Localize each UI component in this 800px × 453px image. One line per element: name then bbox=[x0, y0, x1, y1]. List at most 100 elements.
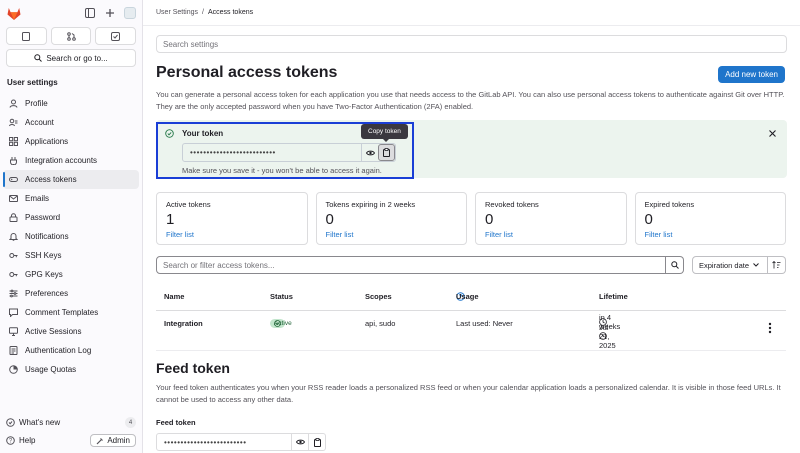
feed-token-label: Feed token bbox=[156, 418, 196, 427]
merge-request-icon bbox=[66, 31, 76, 41]
page-description: You can generate a personal access token… bbox=[156, 90, 785, 111]
key-icon bbox=[9, 272, 18, 277]
sidebar-item-gpg-keys[interactable]: GPG Keys bbox=[3, 265, 139, 284]
stat-label: Revoked tokens bbox=[485, 200, 539, 209]
filter-list-link[interactable]: Filter list bbox=[485, 230, 617, 239]
sidebar-item-emails[interactable]: Emails bbox=[3, 189, 139, 208]
chevron-down-icon bbox=[753, 263, 759, 267]
search-settings-input[interactable]: Search settings bbox=[156, 35, 787, 53]
sidebar-item-comment-templates[interactable]: Comment Templates bbox=[3, 303, 139, 322]
sort-direction-button[interactable] bbox=[768, 256, 786, 274]
sidebar-section-title: User settings bbox=[7, 78, 58, 87]
sidebar-item-label: Account bbox=[25, 118, 54, 127]
token-expires-on: Jul 21, 2025 bbox=[599, 323, 616, 350]
plus-icon[interactable] bbox=[104, 7, 116, 19]
help-label[interactable]: Help bbox=[19, 436, 35, 445]
filter-list-link[interactable]: Filter list bbox=[326, 230, 458, 239]
todos-button[interactable] bbox=[95, 27, 137, 45]
sidebar-toggle-icon[interactable] bbox=[84, 7, 96, 19]
search-icon bbox=[34, 54, 43, 62]
close-icon[interactable] bbox=[768, 129, 777, 138]
sidebar-nav: Profile Account Applications Integration ac… bbox=[3, 94, 139, 379]
admin-button[interactable]: Admin bbox=[90, 434, 136, 447]
sidebar-search-label: Search or go to... bbox=[46, 53, 108, 63]
preferences-icon bbox=[9, 289, 18, 298]
sidebar-item-integration-accounts[interactable]: Integration accounts bbox=[3, 151, 139, 170]
sidebar-item-label: Applications bbox=[25, 137, 69, 146]
merge-requests-button[interactable] bbox=[50, 27, 92, 45]
stat-value: 0 bbox=[485, 211, 494, 228]
breadcrumb-current[interactable]: Access tokens bbox=[208, 9, 253, 16]
search-icon bbox=[670, 261, 679, 269]
sidebar-item-ssh-keys[interactable]: SSH Keys bbox=[3, 246, 139, 265]
issues-button[interactable] bbox=[6, 27, 47, 45]
token-stats: Active tokens 1 Filter list Tokens expiring… bbox=[156, 192, 786, 245]
user-avatar[interactable] bbox=[124, 7, 136, 19]
breadcrumb-separator: / bbox=[202, 9, 204, 16]
sidebar-item-label: Access tokens bbox=[25, 175, 77, 184]
account-icon bbox=[9, 118, 18, 127]
sidebar-item-usage-quotas[interactable]: Usage Quotas bbox=[3, 360, 139, 379]
filter-search-button[interactable] bbox=[666, 256, 684, 274]
feed-token-description: Your feed token authenticates you when y… bbox=[156, 383, 781, 404]
admin-icon bbox=[96, 437, 104, 444]
integration-icon bbox=[10, 157, 17, 165]
stat-label: Expired tokens bbox=[644, 200, 695, 209]
sidebar-item-label: Active Sessions bbox=[25, 327, 82, 336]
highlight-box bbox=[156, 122, 414, 179]
sidebar-search-button[interactable]: Search or go to... bbox=[6, 49, 136, 67]
sidebar-item-access-tokens[interactable]: Access tokens bbox=[3, 170, 139, 189]
log-icon bbox=[9, 346, 18, 355]
sidebar-item-notifications[interactable]: Notifications bbox=[3, 227, 139, 246]
help-row: ? Help Admin bbox=[6, 434, 136, 447]
sidebar-item-account[interactable]: Account bbox=[3, 113, 139, 132]
feed-token-value[interactable]: ••••••••••••••••••••••••• bbox=[157, 438, 291, 447]
help-icon[interactable]: ? bbox=[6, 436, 15, 445]
sidebar-item-authentication-log[interactable]: Authentication Log bbox=[3, 341, 139, 360]
sidebar-item-label: Integration accounts bbox=[25, 156, 98, 165]
table-row: Integration Active api, sudo Last used: … bbox=[164, 313, 784, 350]
expires-on-label: Jul 21, 2025 bbox=[599, 322, 616, 350]
sort-select[interactable]: Expiration date bbox=[692, 256, 768, 274]
mail-icon bbox=[9, 195, 18, 202]
sidebar-item-active-sessions[interactable]: Active Sessions bbox=[3, 322, 139, 341]
whats-new-button[interactable]: What's new 4 bbox=[6, 417, 136, 428]
todo-icon bbox=[111, 31, 121, 41]
add-new-token-button[interactable]: Add new token bbox=[718, 66, 785, 83]
feed-token-title: Feed token bbox=[156, 360, 230, 376]
token-name: Integration bbox=[164, 319, 203, 328]
issues-icon bbox=[22, 31, 31, 41]
key-icon bbox=[9, 253, 18, 258]
col-name: Name bbox=[164, 292, 185, 301]
more-actions-icon[interactable] bbox=[768, 322, 772, 334]
breadcrumb-parent[interactable]: User Settings bbox=[156, 9, 198, 16]
sidebar-item-applications[interactable]: Applications bbox=[3, 132, 139, 151]
bell-icon bbox=[9, 233, 18, 241]
sidebar: Search or go to... User settings Profile… bbox=[0, 0, 143, 453]
filter-tokens-input[interactable]: Search or filter access tokens... bbox=[156, 256, 666, 274]
filter-row: Search or filter access tokens... Expira… bbox=[156, 256, 786, 274]
stat-label: Active tokens bbox=[166, 200, 211, 209]
filter-list-link[interactable]: Filter list bbox=[166, 230, 298, 239]
stat-card: Tokens expiring in 2 weeks 0 Filter list bbox=[315, 192, 467, 245]
token-usage: Last used: Never bbox=[456, 319, 513, 328]
clipboard-icon bbox=[313, 437, 321, 447]
reveal-feed-token-button[interactable] bbox=[291, 434, 308, 450]
col-scopes: Scopes bbox=[365, 292, 392, 301]
sidebar-item-profile[interactable]: Profile bbox=[3, 94, 139, 113]
copy-feed-token-button[interactable] bbox=[308, 434, 325, 450]
sidebar-item-label: Notifications bbox=[25, 232, 69, 241]
gitlab-logo-icon[interactable] bbox=[6, 5, 22, 21]
status-badge: Active bbox=[270, 319, 292, 328]
whats-new-label: What's new bbox=[19, 418, 61, 427]
monitor-icon bbox=[9, 327, 18, 336]
status-label: Active bbox=[274, 320, 292, 327]
sort-label: Expiration date bbox=[699, 260, 750, 270]
sidebar-item-preferences[interactable]: Preferences bbox=[3, 284, 139, 303]
sidebar-item-label: Password bbox=[25, 213, 61, 222]
filter-list-link[interactable]: Filter list bbox=[645, 230, 777, 239]
page-title: Personal access tokens bbox=[156, 64, 338, 81]
stat-value: 1 bbox=[166, 211, 175, 228]
sidebar-item-password[interactable]: Password bbox=[3, 208, 139, 227]
token-icon bbox=[9, 177, 18, 182]
